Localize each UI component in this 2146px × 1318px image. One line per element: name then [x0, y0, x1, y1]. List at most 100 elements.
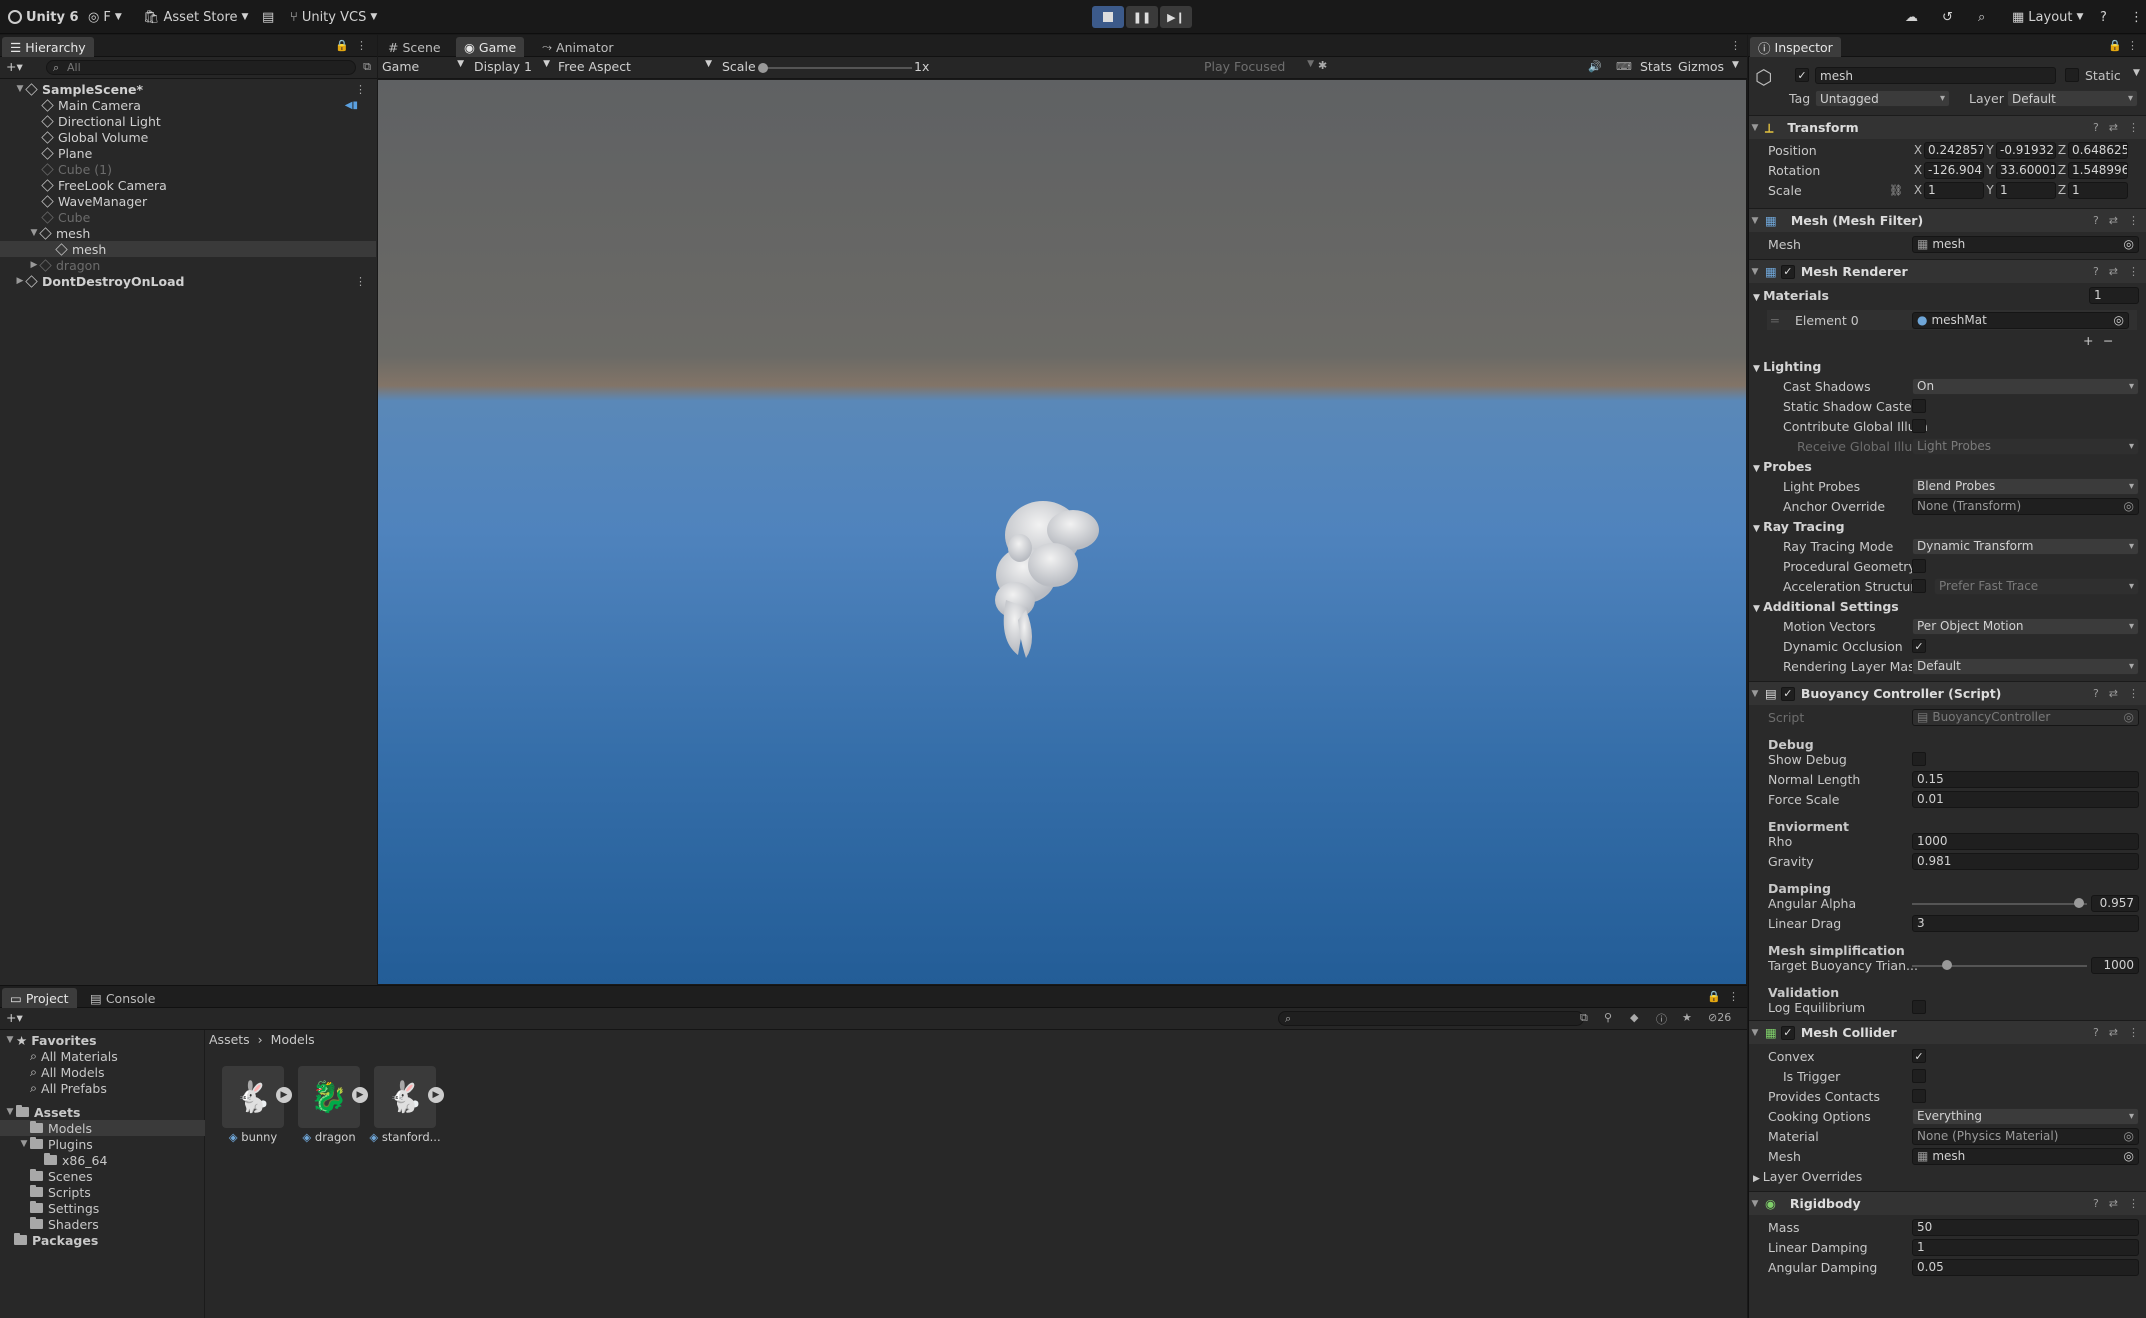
- trigger-checkbox[interactable]: [1912, 1069, 1926, 1083]
- asset-dragon-label[interactable]: ◈ dragon: [289, 1130, 369, 1144]
- hierarchy-item[interactable]: Directional Light: [0, 113, 376, 129]
- more-icon[interactable]: ⋮: [2127, 39, 2138, 52]
- target-icon[interactable]: ◎: [2124, 1129, 2134, 1143]
- packages-folder[interactable]: Packages: [14, 1232, 98, 1248]
- more-icon[interactable]: ⋮: [2128, 214, 2139, 227]
- rigidbody-header[interactable]: ▼ ◉ Rigidbody ? ⇄ ⋮: [1749, 1191, 2146, 1215]
- link-icon[interactable]: ⛓: [1889, 184, 1903, 197]
- convex-checkbox[interactable]: ✓: [1912, 1049, 1926, 1063]
- help-icon[interactable]: ?: [2093, 121, 2099, 134]
- help-button[interactable]: ?: [2100, 8, 2107, 26]
- step-button[interactable]: ▶❙: [1160, 6, 1192, 28]
- hierarchy-search-input[interactable]: ⌕ All: [46, 60, 356, 75]
- layout-dropdown[interactable]: ▦ Layout ▼: [2012, 8, 2083, 26]
- hierarchy-item[interactable]: Plane: [0, 145, 376, 161]
- asset-stanford-label[interactable]: ◈ stanford...: [365, 1130, 445, 1144]
- rotation-x[interactable]: -126.904: [1924, 161, 1984, 179]
- target-icon[interactable]: ◎: [2124, 1149, 2134, 1163]
- breadcrumb-models[interactable]: Models: [271, 1032, 315, 1047]
- tree-plugins[interactable]: ▼ Plugins: [18, 1136, 93, 1152]
- hierarchy-item[interactable]: Cube (1): [0, 161, 376, 177]
- scene-row[interactable]: ▶ DontDestroyOnLoad ⋮: [0, 273, 376, 289]
- scale-slider[interactable]: [758, 63, 912, 73]
- rotation-y[interactable]: 33.60001: [1996, 161, 2056, 179]
- drag-handle-icon[interactable]: ═: [1771, 313, 1779, 328]
- target-triangles-value[interactable]: 1000: [2091, 956, 2139, 974]
- hierarchy-item[interactable]: mesh: [0, 241, 376, 257]
- add-icon[interactable]: +▾: [6, 59, 23, 74]
- rotation-z[interactable]: 1.548996: [2068, 161, 2128, 179]
- layer-dropdown[interactable]: Default: [2007, 90, 2138, 107]
- package-button[interactable]: ▤: [262, 8, 274, 26]
- slider-knob[interactable]: [1942, 959, 1952, 970]
- help-icon[interactable]: ?: [2093, 687, 2099, 700]
- tree-models[interactable]: Models: [0, 1120, 205, 1136]
- help-icon[interactable]: ?: [2093, 214, 2099, 227]
- static-checkbox[interactable]: [2065, 68, 2079, 82]
- ray-tracing-section-row[interactable]: ▼ Ray Tracing: [1749, 516, 2146, 536]
- buoyancy-header[interactable]: ▼ ▤ ✓ Buoyancy Controller (Script) ? ⇄ ⋮: [1749, 681, 2146, 705]
- tab-project[interactable]: ▭ Project: [2, 988, 77, 1008]
- contribute-gi-checkbox[interactable]: [1912, 419, 1926, 433]
- collider-material-field[interactable]: None (Physics Material) ◎: [1912, 1127, 2139, 1145]
- accel-checkbox[interactable]: [1912, 579, 1926, 593]
- motion-vectors-dropdown[interactable]: Per Object Motion: [1912, 617, 2139, 635]
- vcs-dropdown[interactable]: ⑂ Unity VCS ▼: [290, 8, 377, 26]
- search-type-icon[interactable]: ⧉: [1580, 1011, 1588, 1025]
- tree-scenes[interactable]: Scenes: [30, 1168, 93, 1184]
- tab-game[interactable]: ◉ Game: [456, 37, 525, 57]
- target-icon[interactable]: ◎: [2124, 499, 2134, 513]
- mesh-renderer-enabled-checkbox[interactable]: ✓: [1780, 264, 1795, 279]
- preset-icon[interactable]: ⇄: [2109, 1026, 2118, 1039]
- dynamic-occlusion-checkbox[interactable]: ✓: [1912, 639, 1926, 653]
- expand-asset-icon[interactable]: ▶: [352, 1087, 368, 1103]
- history-button[interactable]: ↺: [1942, 8, 1953, 26]
- hierarchy-item[interactable]: WaveManager: [0, 193, 376, 209]
- scale-y[interactable]: 1: [1996, 181, 2056, 199]
- account-dropdown[interactable]: ◎ F ▼: [88, 8, 122, 26]
- lock-icon[interactable]: 🔒: [335, 39, 349, 52]
- preset-icon[interactable]: ⇄: [2109, 121, 2118, 134]
- mesh-renderer-header[interactable]: ▼ ▦ ✓ Mesh Renderer ? ⇄ ⋮: [1749, 259, 2146, 283]
- more-icon[interactable]: ⋮: [2128, 121, 2139, 134]
- tab-hierarchy[interactable]: ☰ Hierarchy: [2, 37, 94, 57]
- materials-count[interactable]: 1: [2089, 286, 2139, 304]
- bug-icon[interactable]: ✱: [1318, 59, 1327, 72]
- transform-header[interactable]: ▼ ⟂ Transform ? ⇄ ⋮: [1749, 115, 2146, 139]
- hierarchy-item[interactable]: Cube: [0, 209, 376, 225]
- tree-x86-64[interactable]: x86_64: [44, 1152, 107, 1168]
- lighting-section-row[interactable]: ▼ Lighting: [1749, 356, 2146, 376]
- more-icon[interactable]: ⋮: [1730, 39, 1741, 52]
- target-icon[interactable]: ◎: [2114, 313, 2124, 327]
- help-icon[interactable]: ?: [2093, 1197, 2099, 1210]
- game-view[interactable]: [378, 80, 1746, 984]
- position-y[interactable]: -0.91932: [1996, 141, 2056, 159]
- more-icon[interactable]: ⋮: [2128, 1026, 2139, 1039]
- favorite-all-prefabs[interactable]: ⌕ All Prefabs: [30, 1080, 107, 1096]
- asset-bunny-thumbnail[interactable]: 🐇: [222, 1066, 284, 1128]
- position-z[interactable]: 0.648625: [2068, 141, 2128, 159]
- more-icon[interactable]: ⋮: [2128, 1197, 2139, 1210]
- favorites-header[interactable]: ▼ ★ Favorites: [4, 1032, 97, 1048]
- static-shadow-checkbox[interactable]: [1912, 399, 1926, 413]
- aspect-dropdown[interactable]: Free Aspect ▼: [558, 59, 712, 76]
- search-button[interactable]: ⌕: [1978, 8, 1985, 26]
- tab-animator[interactable]: ⤳ Animator: [534, 37, 622, 57]
- angular-alpha-value[interactable]: 0.957: [2091, 894, 2139, 912]
- favorite-all-materials[interactable]: ⌕ All Materials: [30, 1048, 118, 1064]
- asset-stanford-thumbnail[interactable]: 🐇: [374, 1066, 436, 1128]
- game-mode-dropdown[interactable]: Game ▼: [380, 59, 468, 76]
- tree-settings[interactable]: Settings: [30, 1200, 99, 1216]
- pause-button[interactable]: ❚❚: [1126, 6, 1158, 28]
- object-name-field[interactable]: mesh: [1815, 67, 2056, 84]
- proc-geo-checkbox[interactable]: [1912, 559, 1926, 573]
- linear-damping-field[interactable]: 1: [1912, 1238, 2139, 1256]
- hierarchy-item[interactable]: Main Camera ◀▮: [0, 97, 376, 113]
- angular-alpha-slider[interactable]: [1912, 895, 2087, 912]
- tab-scene[interactable]: # Scene: [380, 37, 449, 57]
- layer-overrides-row[interactable]: ▶ Layer Overrides: [1749, 1166, 2146, 1186]
- scene-row[interactable]: ▼ SampleScene* ⋮: [0, 81, 376, 97]
- cooking-dropdown[interactable]: Everything: [1912, 1107, 2139, 1125]
- gravity-field[interactable]: 0.981: [1912, 852, 2139, 870]
- rho-field[interactable]: 1000: [1912, 832, 2139, 850]
